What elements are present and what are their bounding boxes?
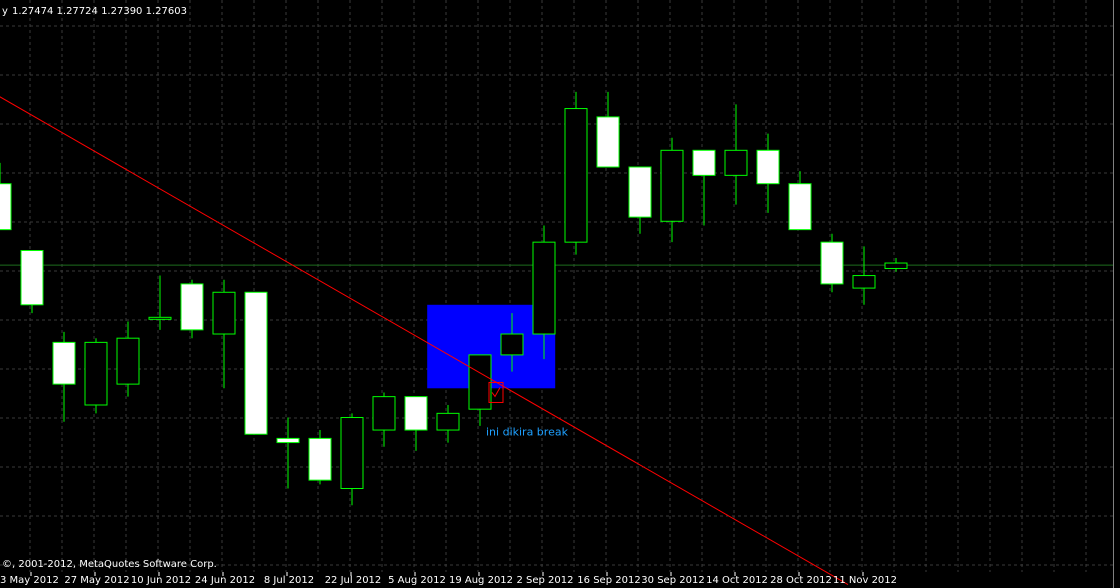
- candle-body-bull: [116, 337, 140, 385]
- price-chart[interactable]: ini dikira break 3 May 2012 27 May 2012 10…: [0, 0, 1120, 588]
- x-tick-label: 10 Jun 2012: [131, 575, 191, 586]
- candle-body-bear: [180, 283, 204, 331]
- x-tick-label: 19 Aug 2012: [449, 575, 513, 586]
- candle-body-bull: [468, 354, 492, 410]
- candle-body-bull: [212, 291, 236, 335]
- candle-body-bear: [596, 116, 620, 168]
- candle[interactable]: [20, 250, 44, 314]
- candle-body-bull: [148, 316, 172, 320]
- candle[interactable]: [820, 233, 844, 293]
- candle-body-bear: [756, 149, 780, 185]
- candle-body-bear: [276, 437, 300, 444]
- candle[interactable]: [308, 430, 332, 485]
- candle-body-bear: [820, 241, 844, 285]
- candle[interactable]: [84, 338, 108, 414]
- candle-body-bull: [500, 333, 524, 356]
- candle-body-bull: [372, 396, 396, 431]
- candle-body-bull: [660, 149, 684, 222]
- x-tick-label: 24 Jun 2012: [195, 575, 255, 586]
- x-tick-label: 3 May 2012: [0, 575, 59, 586]
- candle-body-bear: [308, 437, 332, 481]
- x-tick-label: 16 Sep 2012: [577, 575, 640, 586]
- candle-body-bull: [884, 262, 908, 269]
- candle-body-bear: [692, 149, 716, 176]
- chart-right-border: [1113, 0, 1114, 588]
- candle-body-bull: [84, 341, 108, 406]
- candle-body-bear: [0, 183, 12, 231]
- ohlc-header: 1.27474 1.27724 1.27390 1.27603: [12, 6, 187, 17]
- candle-body-bull: [532, 241, 556, 335]
- candle[interactable]: [564, 91, 588, 255]
- x-tick-label: 2 Sep 2012: [516, 575, 573, 586]
- x-tick-label: 22 Jul 2012: [325, 575, 382, 586]
- copyright-text: ©, 2001-2012, MetaQuotes Software Corp.: [2, 559, 217, 570]
- x-axis-labels: 3 May 2012 27 May 2012 10 Jun 2012 24 Jun 2…: [0, 572, 897, 586]
- candle-body-bear: [20, 250, 44, 306]
- chart-background: [0, 0, 1120, 588]
- x-tick-label: 8 Jul 2012: [264, 575, 314, 586]
- candle-body-bear: [628, 166, 652, 218]
- candle-body-bear: [788, 183, 812, 231]
- candle-body-bull: [564, 108, 588, 243]
- ohlc-header-prefix: y: [2, 6, 8, 17]
- candle-body-bull: [852, 275, 876, 289]
- candle[interactable]: [244, 291, 268, 435]
- candle-body-bear: [244, 291, 268, 435]
- candle[interactable]: [180, 279, 204, 339]
- x-tick-label: 30 Sep 2012: [641, 575, 704, 586]
- x-tick-label: 27 May 2012: [64, 575, 129, 586]
- x-tick-label: 11 Nov 2012: [833, 575, 897, 586]
- x-tick-label: 28 Oct 2012: [770, 575, 832, 586]
- candle-body-bull: [340, 417, 364, 489]
- x-tick-label: 5 Aug 2012: [388, 575, 446, 586]
- candle-body-bull: [436, 412, 460, 431]
- candle-body-bear: [52, 341, 76, 385]
- x-tick-label: 14 Oct 2012: [706, 575, 768, 586]
- annotation-text: ini dikira break: [486, 425, 569, 438]
- candle-body-bear: [404, 396, 428, 431]
- candle-body-bull: [724, 149, 748, 176]
